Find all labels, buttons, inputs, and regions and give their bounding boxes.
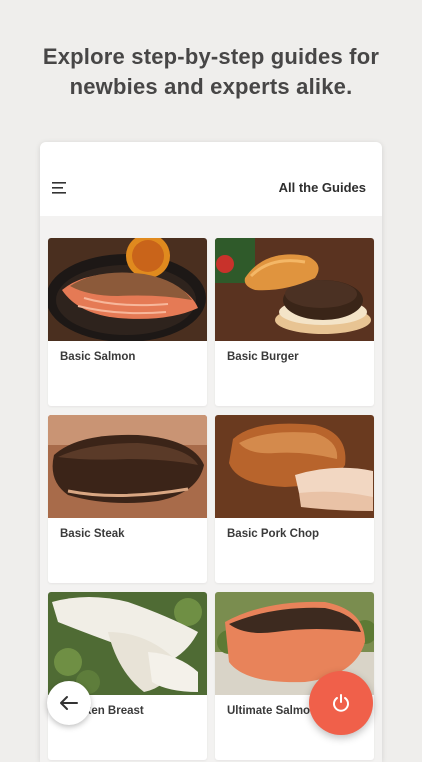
basic-burger-photo: [215, 238, 374, 341]
back-button[interactable]: [47, 681, 91, 725]
headline-line-1: Explore step-by-step guides for: [42, 44, 380, 69]
guide-card-basic-burger[interactable]: Basic Burger: [215, 238, 374, 406]
guide-card-basic-steak[interactable]: Basic Steak: [48, 415, 207, 583]
chicken-breast-photo: [48, 592, 207, 695]
guide-card-label: Basic Salmon: [60, 351, 136, 363]
phone-screen: All the Guides Basic Salmon Basic Burger…: [40, 142, 382, 762]
headline-line-2: newbies and experts alike.: [69, 74, 353, 99]
guide-card-chicken-breast[interactable]: Chicken Breast: [48, 592, 207, 760]
guide-card-label: Basic Pork Chop: [227, 528, 320, 540]
basic-salmon-photo: [48, 238, 207, 341]
guide-card-basic-pork-chop[interactable]: Basic Pork Chop: [215, 415, 374, 583]
app-bar-title: All the Guides: [278, 180, 366, 195]
power-icon: [333, 694, 349, 712]
basic-pork-chop-photo: [215, 415, 374, 518]
guide-card-label: Ultimate Salmon: [227, 705, 318, 717]
hamburger-menu-icon[interactable]: [52, 181, 68, 195]
guide-card-label: Basic Steak: [60, 528, 125, 540]
guide-card-label: Basic Burger: [227, 351, 299, 363]
basic-steak-photo: [48, 415, 207, 518]
app-bar: All the Guides: [40, 142, 382, 216]
arrow-left-icon: [60, 696, 78, 710]
marketing-headline: Explore step-by-step guides for newbies …: [0, 42, 422, 102]
guide-card-basic-salmon[interactable]: Basic Salmon: [48, 238, 207, 406]
power-button[interactable]: [309, 671, 373, 735]
